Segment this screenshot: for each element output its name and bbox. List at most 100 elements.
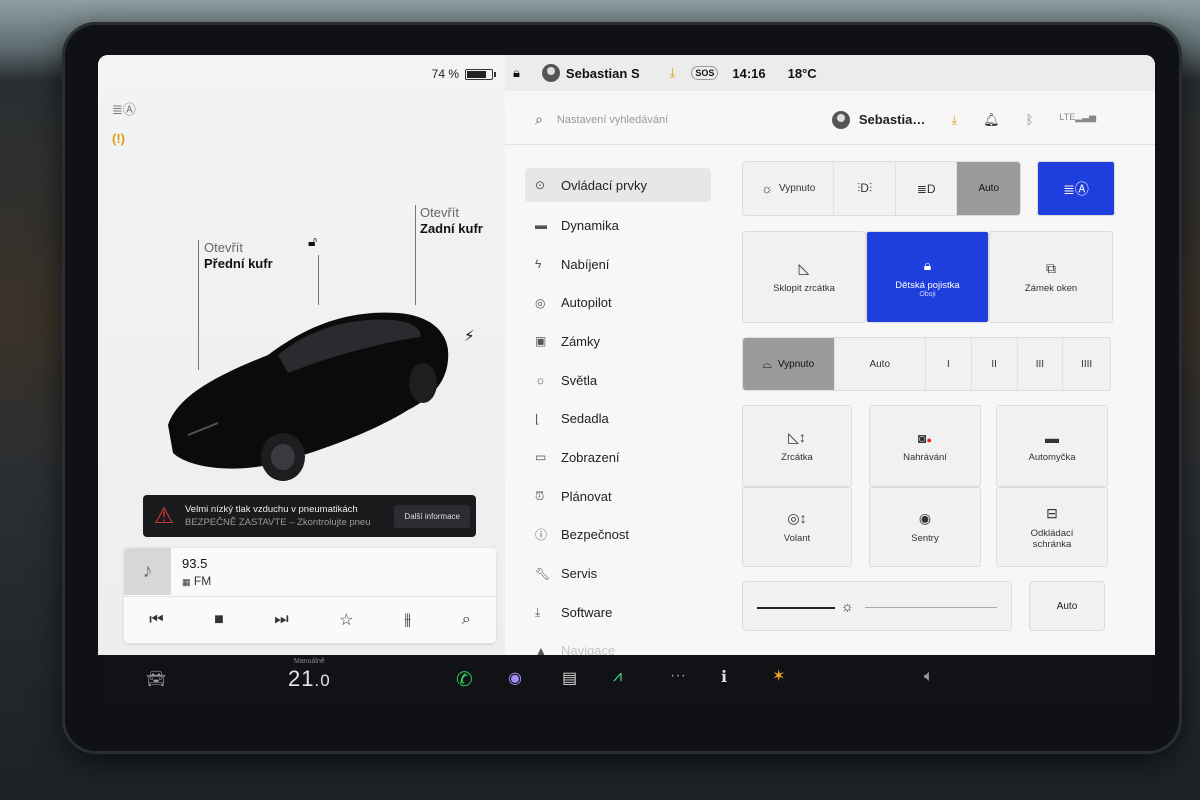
glovebox-button[interactable]: ⊟ Odkládací schránka xyxy=(996,487,1108,567)
charge-port-icon[interactable]: ⚡︎ xyxy=(464,327,475,345)
lock-icon: ▣ xyxy=(535,334,547,349)
menu-label: Navigace xyxy=(561,643,616,655)
auto-high-beam-button[interactable]: ≣Ⓐ xyxy=(1037,161,1115,216)
energy-icon[interactable]: ⩘ xyxy=(613,668,622,686)
battery-icon xyxy=(465,68,496,80)
camera-icon[interactable]: ◉ xyxy=(508,668,522,688)
car-image xyxy=(168,312,449,481)
fold-mirrors-button[interactable]: ◺ Sklopit zrcátka xyxy=(742,231,866,323)
menu-item-safety[interactable]: ⓘ Bezpečnost xyxy=(525,516,711,555)
menu-label: Servis xyxy=(561,566,598,582)
menu-item-navigation[interactable]: ▲ Navigace xyxy=(525,632,711,655)
menu-item-service[interactable]: 🔧︎ Servis xyxy=(525,554,711,593)
avatar xyxy=(541,64,560,82)
car-icon[interactable]: 🚘︎ xyxy=(146,669,166,689)
menu-item-seats[interactable]: ⌊ Sedadla xyxy=(525,399,711,438)
user-profile-button[interactable]: Sebastia… xyxy=(831,110,925,129)
favorite-star-icon[interactable]: ☆ xyxy=(339,610,353,630)
brightness-sun-icon: ☼ xyxy=(841,598,854,614)
rear-trunk-button[interactable]: Otevřít Zadní kufr xyxy=(420,205,483,237)
menu-item-dynamics[interactable]: ▬ Dynamika xyxy=(525,206,711,245)
tire-pressure-alert[interactable]: ⚠︎ Velmi nízký tlak vzduchu v pneumatiká… xyxy=(143,495,476,537)
dashcam-button[interactable]: ◙● Nahrávání xyxy=(869,405,981,487)
lights-auto-option[interactable]: Auto xyxy=(957,162,1020,215)
lights-off-label: Vypnuto xyxy=(778,183,816,194)
glovebox-icon: ⊟ xyxy=(1046,504,1058,521)
previous-icon[interactable]: ⏮︎ xyxy=(149,611,163,629)
volume-icon[interactable]: 🔈︎ xyxy=(924,668,934,686)
bluetooth-icon[interactable]: ᛒ xyxy=(1026,112,1034,128)
menu-item-display[interactable]: ▭ Zobrazení xyxy=(525,438,711,477)
bell-icon[interactable]: 🔔︎ xyxy=(983,112,1000,128)
mirrors-adjust-button[interactable]: ◺↕ Zrcátka xyxy=(742,405,852,487)
menu-item-lights[interactable]: ☼ Světla xyxy=(525,361,711,400)
menu-item-controls[interactable]: ⊙ Ovládací prvky xyxy=(525,168,711,202)
auto-high-beam-icon: ≣Ⓐ xyxy=(1063,180,1089,197)
brightness-auto-button[interactable]: Auto xyxy=(1029,581,1105,631)
search-icon[interactable]: ⌕ xyxy=(535,111,543,128)
settings-panel: 🔒︎ Sebastian S ⤓ SOS 14:16 18°C ⌕ Nastav… xyxy=(505,55,1155,655)
equalizer-icon[interactable]: ⫵ xyxy=(404,611,411,629)
sos-button[interactable]: SOS xyxy=(691,66,719,80)
seat-icon: ⌊ xyxy=(535,411,540,426)
sentry-icon: ◉ xyxy=(918,510,932,526)
carwash-button[interactable]: ▬ Automyčka xyxy=(996,405,1108,487)
steering-icon: ◎ xyxy=(535,295,546,310)
low-beam-option[interactable]: ≣D xyxy=(896,162,958,215)
download-icon[interactable]: ⤓ xyxy=(951,112,957,128)
display-brightness-slider[interactable]: ☼ xyxy=(742,581,1012,631)
wipers-off-option[interactable]: ⌓ Vypnuto xyxy=(743,338,835,390)
menu-item-autopilot[interactable]: ◎ Autopilot xyxy=(525,283,711,322)
bolt-icon: ϟ xyxy=(535,257,542,272)
search-bar: ⌕ Nastavení vyhledávání Sebastia… ⤓ 🔔︎ ᛒ… xyxy=(505,95,1155,145)
lights-off-option[interactable]: ☼ Vypnuto xyxy=(743,162,835,215)
parking-lights-option[interactable]: ⫶D⫶ xyxy=(834,162,896,215)
wipers-speed-4[interactable]: IIII xyxy=(1063,338,1110,390)
lock-icon[interactable]: 🔒︎ xyxy=(513,65,520,81)
wipers-speed-3[interactable]: III xyxy=(1018,338,1064,390)
menu-item-charging[interactable]: ϟ Nabíjení xyxy=(525,245,711,284)
menu-label: Zámky xyxy=(561,333,600,349)
wipers-auto-option[interactable]: Auto xyxy=(835,338,926,390)
steering-wheel-icon: ◎↕ xyxy=(787,510,807,526)
unlock-icon[interactable]: 🔓︎ xyxy=(308,233,317,250)
sos-label: SOS xyxy=(691,66,719,80)
next-icon[interactable]: ⏭︎ xyxy=(274,611,288,629)
music-note-icon: ♪ xyxy=(124,548,171,595)
wipers-speed-1[interactable]: I xyxy=(926,338,972,390)
profile-button[interactable]: Sebastian S xyxy=(541,64,640,82)
manual-icon[interactable]: ℹ xyxy=(721,667,727,687)
parking-lights-icon: ⫶D⫶ xyxy=(857,181,872,195)
front-trunk-button[interactable]: Otevřít Přední kufr xyxy=(204,240,273,272)
menu-label: Světla xyxy=(561,372,598,388)
phone-icon[interactable]: ✆ xyxy=(456,667,473,692)
more-info-button[interactable]: Další informace xyxy=(394,504,470,528)
search-input[interactable]: Nastavení vyhledávání xyxy=(557,114,817,126)
temp-int: 21 xyxy=(288,666,315,691)
search-icon[interactable]: ⌕ xyxy=(462,611,471,629)
dashcam-icon: ◙● xyxy=(918,429,932,446)
cabin-temperature[interactable]: 21.0 xyxy=(288,666,331,692)
stop-icon[interactable]: ■ xyxy=(214,611,224,629)
steering-adjust-button[interactable]: ◎↕ Volant xyxy=(742,487,852,567)
front-trunk-action: Otevřít xyxy=(204,240,244,255)
sentry-button[interactable]: ◉ Sentry xyxy=(869,487,981,567)
window-lock-button[interactable]: ⧉ Zámek oken xyxy=(989,231,1113,323)
menu-label: Dynamika xyxy=(561,217,619,233)
radio-station: 93.5 xyxy=(182,556,208,571)
menu-item-schedule[interactable]: ⏰︎ Plánovat xyxy=(525,477,711,516)
child-lock-button[interactable]: 🔒︎ Dětská pojistka Oboji xyxy=(866,231,989,323)
menu-item-software[interactable]: ⤓ Software xyxy=(525,593,711,632)
rear-trunk-label: Zadní kufr xyxy=(420,221,483,236)
toybox-icon[interactable]: ✶ xyxy=(772,666,785,686)
front-trunk-label: Přední kufr xyxy=(204,256,273,271)
menu-item-locks[interactable]: ▣ Zámky xyxy=(525,322,711,361)
car-panel: 74 % ≣Ⓐ (!) Otevřít Přední kufr Otevřít … xyxy=(98,55,505,655)
menu-label: Sedadla xyxy=(561,411,609,427)
brightness-track xyxy=(865,607,997,608)
settings-menu: ⊙ Ovládací prvky ▬ Dynamika ϟ Nabíjení ◎ Aut… xyxy=(525,168,711,655)
more-icon[interactable]: ··· xyxy=(670,667,686,685)
wipers-speed-2[interactable]: II xyxy=(972,338,1018,390)
download-icon[interactable]: ⤓ xyxy=(670,65,676,81)
calendar-icon[interactable]: ▤ xyxy=(562,668,577,688)
